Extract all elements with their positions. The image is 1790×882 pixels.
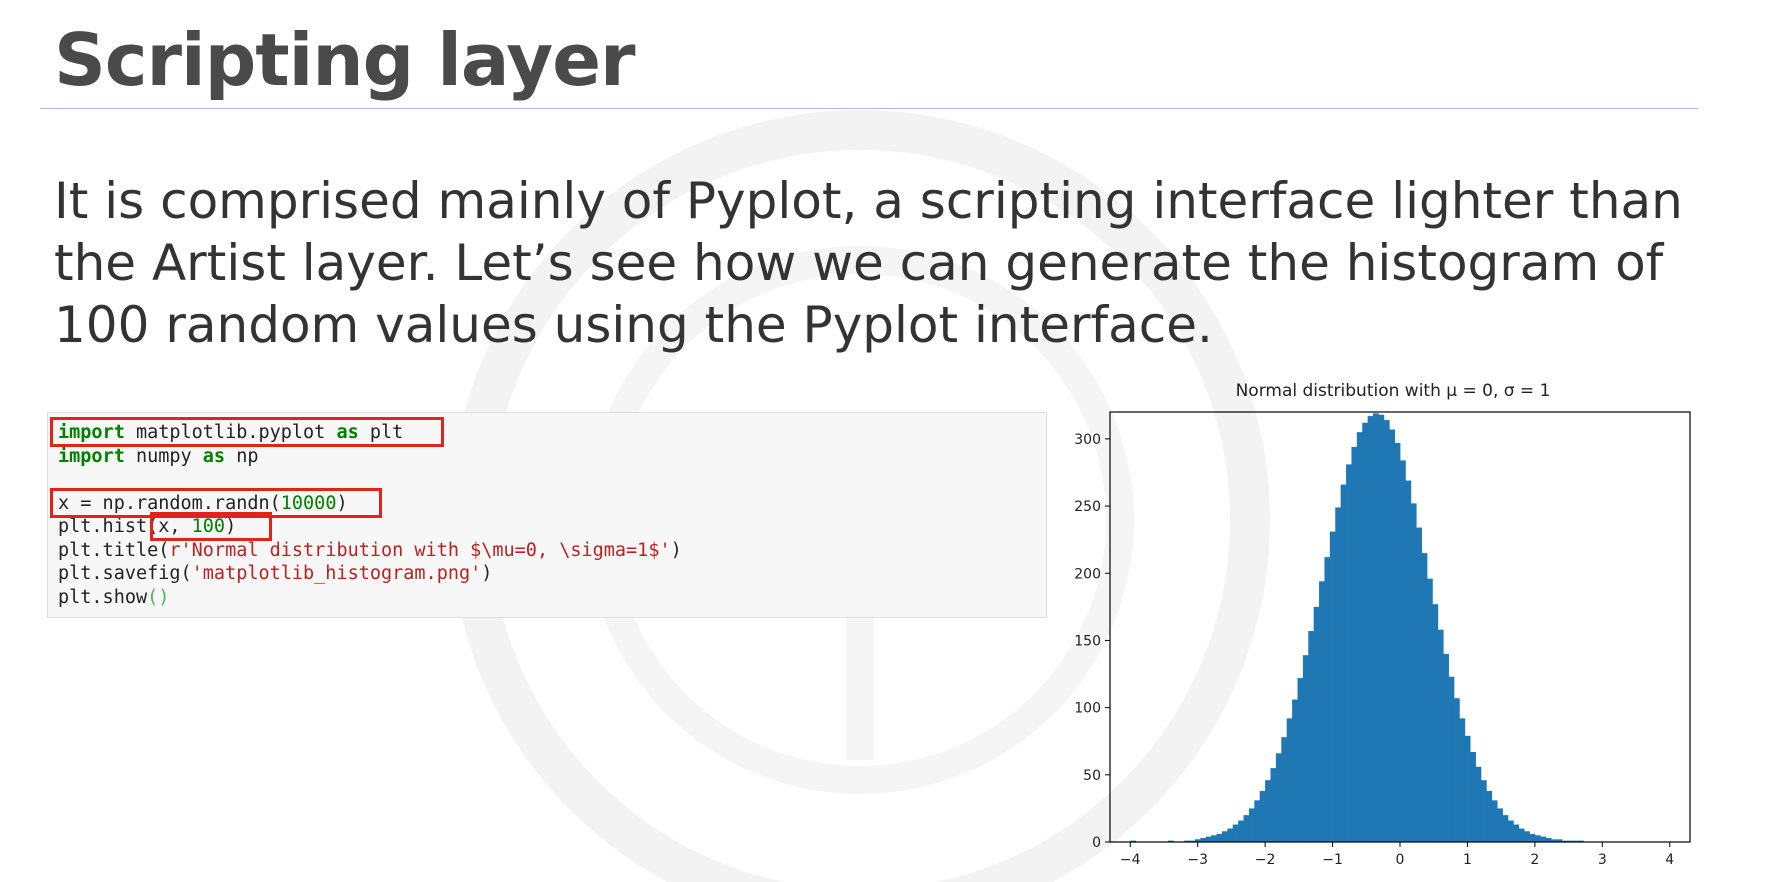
y-tick-label: 150 (1074, 633, 1101, 649)
histogram-bar (1394, 442, 1401, 842)
histogram-bar (1486, 790, 1493, 842)
code-line-7: plt.savefig('matplotlib_histogram.png') (58, 563, 493, 584)
slide-body-text: It is comprised mainly of Pyplot, a scri… (54, 172, 1683, 354)
x-tick-label: 3 (1598, 852, 1607, 868)
histogram-bar (1302, 655, 1309, 842)
histogram-bar (1254, 800, 1261, 842)
histogram-bar (1432, 604, 1439, 842)
histogram-bar (1513, 824, 1520, 842)
histogram-bar (1507, 820, 1514, 842)
histogram-bar (1232, 824, 1239, 842)
histogram-bar (1448, 676, 1455, 842)
histogram-bar (1475, 766, 1482, 842)
y-tick-label: 200 (1074, 566, 1101, 582)
x-tick-label: 1 (1463, 852, 1472, 868)
histogram-bar (1497, 808, 1503, 842)
histogram-bar (1524, 831, 1530, 842)
histogram-bar (1238, 820, 1244, 842)
histogram-bar (1367, 416, 1374, 842)
x-tick-label: 4 (1665, 852, 1674, 868)
y-tick-label: 100 (1074, 701, 1101, 717)
histogram-bar (1453, 698, 1460, 842)
histogram-bar (1459, 718, 1466, 842)
histogram-bar (1275, 753, 1282, 842)
histogram-bar (1356, 432, 1363, 842)
histogram-bar (1265, 780, 1271, 842)
x-tick-label: 2 (1530, 852, 1539, 868)
histogram-bar (1308, 631, 1315, 842)
highlight-hist-args (150, 512, 272, 541)
histogram-bar (1340, 484, 1347, 842)
y-tick-label: 50 (1083, 768, 1101, 784)
histogram-bar (1400, 460, 1406, 842)
x-tick-label: −3 (1187, 852, 1208, 868)
histogram-bar (1259, 790, 1266, 842)
histogram-bar (1227, 828, 1234, 842)
chart-title: Normal distribution with μ = 0, σ = 1 (1236, 381, 1551, 401)
histogram-bar (1346, 464, 1352, 842)
x-tick-label: 0 (1396, 852, 1405, 868)
x-axis-ticks: −4 −3 −2 −1 0 1 2 3 4 (1120, 842, 1674, 868)
histogram-bars (1130, 413, 1584, 842)
code-line-8: plt.show() (58, 586, 170, 608)
histogram-bar (1211, 835, 1217, 842)
histogram-bar (1248, 808, 1255, 842)
histogram-bar (1410, 503, 1417, 842)
slide-title: Scripting layer (54, 18, 636, 102)
histogram-bar (1281, 737, 1288, 842)
histogram-bar (1200, 837, 1207, 842)
histogram-bar (1545, 837, 1552, 842)
histogram-bar (1324, 557, 1331, 842)
histogram-bar (1389, 429, 1396, 842)
histogram-bar (1351, 446, 1358, 842)
histogram-bar (1491, 800, 1498, 842)
x-tick-label: −4 (1120, 852, 1141, 868)
histogram-bar (1313, 606, 1320, 842)
histogram-bar (1529, 833, 1536, 842)
y-tick-label: 300 (1074, 432, 1101, 448)
histogram-bar (1421, 553, 1428, 842)
histogram-bar (1383, 420, 1390, 842)
histogram-bar (1297, 678, 1304, 842)
histogram-bar (1443, 653, 1449, 842)
histogram-bar (1540, 836, 1547, 842)
histogram-bar (1480, 780, 1487, 842)
highlight-import-pyplot (50, 417, 444, 447)
histogram-bar (1426, 578, 1433, 842)
histogram-bar (1534, 835, 1541, 842)
histogram-bar (1221, 831, 1228, 842)
code-line-2: import numpy as np (58, 445, 259, 467)
title-divider (40, 108, 1698, 109)
histogram-bar (1518, 828, 1525, 842)
histogram-bar (1292, 699, 1298, 842)
histogram-bar (1362, 422, 1369, 842)
x-tick-label: −2 (1255, 852, 1276, 868)
histogram-bar (1416, 527, 1422, 842)
histogram-bar (1373, 413, 1379, 842)
histogram-bar (1205, 836, 1212, 842)
histogram-bar (1502, 815, 1509, 842)
histogram-bar (1329, 531, 1336, 842)
histogram-bar (1243, 815, 1250, 842)
code-cell[interactable]: import matplotlib.pyplot as plt import n… (47, 412, 1047, 618)
histogram-bar (1405, 480, 1412, 842)
y-axis-ticks: 0 50 100 150 200 250 300 (1074, 432, 1110, 851)
y-tick-label: 250 (1074, 499, 1101, 515)
histogram-bar (1378, 414, 1385, 842)
histogram-bar (1335, 507, 1342, 842)
histogram-bar (1270, 768, 1277, 842)
histogram-bar (1216, 833, 1223, 842)
histogram-bar (1470, 751, 1476, 842)
histogram-bar (1437, 629, 1444, 842)
code-line-6: plt.title(r'Normal distribution with $\m… (58, 539, 682, 561)
histogram-bar (1286, 718, 1293, 842)
y-tick-label: 0 (1092, 835, 1101, 851)
histogram-bar (1319, 581, 1325, 842)
x-tick-label: −1 (1322, 852, 1343, 868)
histogram-chart: Normal distribution with μ = 0, σ = 1 0 5… (1074, 381, 1691, 868)
histogram-bar (1464, 735, 1471, 842)
